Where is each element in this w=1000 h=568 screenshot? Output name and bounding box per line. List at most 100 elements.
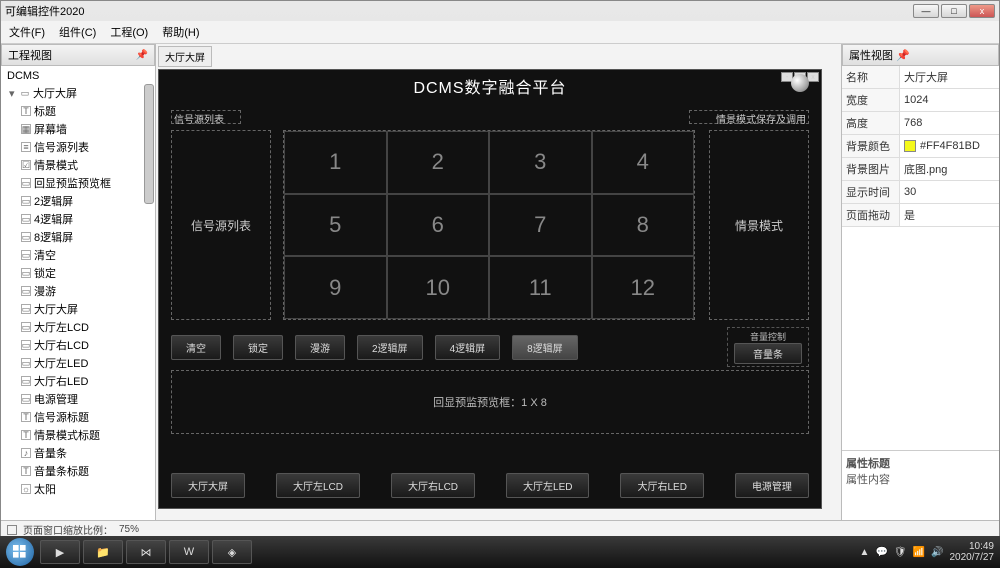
tree-node[interactable]: ▭大厅右LED: [3, 372, 153, 390]
tray-network-icon[interactable]: 📶: [913, 547, 925, 558]
grid-cell[interactable]: 12: [592, 256, 695, 319]
property-row[interactable]: 名称大厅大屏: [842, 66, 999, 89]
tray-volume-icon[interactable]: 🔊: [931, 547, 943, 558]
menu-help[interactable]: 帮助(H): [162, 24, 199, 40]
property-value[interactable]: 768: [900, 112, 999, 134]
project-tree[interactable]: DCMS ▾▭ 大厅大屏 T标题▦屏幕墙≡信号源列表☑情景模式▭回显预监预览框▭…: [1, 66, 155, 520]
taskbar-item[interactable]: W: [169, 540, 209, 564]
tree-node[interactable]: ♪音量条: [3, 444, 153, 462]
screen-select-button[interactable]: 大厅大屏: [171, 473, 245, 498]
tree-node[interactable]: ▭电源管理: [3, 390, 153, 408]
action-button[interactable]: 漫游: [295, 335, 345, 360]
tree-node[interactable]: T情景模式标题: [3, 426, 153, 444]
grid-cell[interactable]: 11: [489, 256, 592, 319]
minimize-button[interactable]: —: [913, 4, 939, 18]
tree-node-label: 4逻辑屏: [34, 211, 73, 227]
grid-cell[interactable]: 1: [284, 131, 387, 194]
taskbar-item[interactable]: 📁: [83, 540, 123, 564]
grid-cell[interactable]: 6: [387, 194, 490, 257]
property-row[interactable]: 页面拖动是: [842, 204, 999, 227]
taskbar-item[interactable]: ◈: [212, 540, 252, 564]
tree-node[interactable]: ▭2逻辑屏: [3, 192, 153, 210]
volume-bar[interactable]: 音量条: [734, 343, 802, 364]
action-button[interactable]: 8逻辑屏: [512, 335, 578, 360]
scene-mode-panel[interactable]: 情景模式: [709, 130, 809, 320]
grid-cell[interactable]: 10: [387, 256, 490, 319]
property-value[interactable]: 大厅大屏: [900, 66, 999, 88]
tree-node[interactable]: ≡信号源列表: [3, 138, 153, 156]
taskbar-item[interactable]: ⋈: [126, 540, 166, 564]
tree-node[interactable]: ☑情景模式: [3, 156, 153, 174]
action-button[interactable]: 4逻辑屏: [435, 335, 501, 360]
tray-icon[interactable]: ▲: [860, 547, 870, 558]
canvas-tab[interactable]: 大厅大屏: [158, 46, 212, 67]
tree-node-label: 标题: [34, 103, 56, 119]
pin-icon[interactable]: 📌: [896, 50, 910, 62]
tree-node[interactable]: ▭大厅左LED: [3, 354, 153, 372]
taskbar-clock[interactable]: 10:49 2020/7/27: [950, 541, 995, 563]
preview-box[interactable]: 回显预监预览框：1 X 8: [171, 370, 809, 434]
grid-cell[interactable]: 9: [284, 256, 387, 319]
signal-source-panel[interactable]: 信号源列表: [171, 130, 271, 320]
tree-node[interactable]: ▭大厅右LCD: [3, 336, 153, 354]
screen-select-button[interactable]: 大厅右LED: [620, 473, 703, 498]
pin-icon[interactable]: 📌: [136, 50, 148, 61]
zoom-label: 页面窗口缩放比例：: [23, 522, 113, 537]
menu-file[interactable]: 文件(F): [9, 24, 45, 40]
tree-node[interactable]: T信号源标题: [3, 408, 153, 426]
tree-root[interactable]: DCMS: [3, 68, 153, 84]
design-canvas[interactable]: - □ x DCMS数字融合平台 信号源列表 情景模式保存及调用 信号源列表 情…: [158, 69, 822, 509]
grid-cell[interactable]: 4: [592, 131, 695, 194]
start-button[interactable]: [6, 538, 34, 566]
grid-cell[interactable]: 7: [489, 194, 592, 257]
scrollbar-thumb[interactable]: [144, 84, 154, 204]
property-value[interactable]: 30: [900, 181, 999, 203]
node-type-icon: T: [21, 466, 31, 476]
property-grid[interactable]: 名称大厅大屏宽度1024高度768背景颜色#FF4F81BD背景图片底图.png…: [842, 66, 999, 227]
grid-cell[interactable]: 3: [489, 131, 592, 194]
grid-cell[interactable]: 8: [592, 194, 695, 257]
taskbar-item[interactable]: ▶: [40, 540, 80, 564]
tree-node[interactable]: ▭8逻辑屏: [3, 228, 153, 246]
property-row[interactable]: 高度768: [842, 112, 999, 135]
screen-select-button[interactable]: 大厅左LED: [506, 473, 589, 498]
screen-select-button[interactable]: 大厅左LCD: [276, 473, 360, 498]
grid-cell[interactable]: 5: [284, 194, 387, 257]
tree-node[interactable]: ☼太阳: [3, 480, 153, 498]
screen-select-button[interactable]: 大厅右LCD: [391, 473, 475, 498]
screen-wall-grid[interactable]: 123456789101112: [283, 130, 695, 320]
action-button[interactable]: 锁定: [233, 335, 283, 360]
tree-node[interactable]: ▭大厅左LCD: [3, 318, 153, 336]
menu-project[interactable]: 工程(O): [110, 24, 148, 40]
property-row[interactable]: 显示时间30: [842, 181, 999, 204]
tree-node[interactable]: ▦屏幕墙: [3, 120, 153, 138]
tree-node[interactable]: ▭回显预监预览框: [3, 174, 153, 192]
tree-node[interactable]: ▭大厅大屏: [3, 300, 153, 318]
grid-cell[interactable]: 2: [387, 131, 490, 194]
property-key: 背景图片: [842, 158, 900, 180]
tree-node[interactable]: T标题: [3, 102, 153, 120]
tray-shield-icon[interactable]: 🛡: [894, 547, 907, 558]
property-row[interactable]: 背景颜色#FF4F81BD: [842, 135, 999, 158]
tray-icon[interactable]: 💬: [875, 547, 887, 558]
action-button[interactable]: 2逻辑屏: [357, 335, 423, 360]
tree-node[interactable]: ▭清空: [3, 246, 153, 264]
property-value[interactable]: 1024: [900, 89, 999, 111]
screen-select-button[interactable]: 电源管理: [735, 473, 809, 498]
property-value[interactable]: #FF4F81BD: [900, 135, 999, 157]
property-value[interactable]: 是: [900, 204, 999, 226]
maximize-button[interactable]: □: [941, 4, 967, 18]
tree-node[interactable]: ▭4逻辑屏: [3, 210, 153, 228]
menu-component[interactable]: 组件(C): [59, 24, 96, 40]
property-row[interactable]: 宽度1024: [842, 89, 999, 112]
property-row[interactable]: 背景图片底图.png: [842, 158, 999, 181]
action-button[interactable]: 清空: [171, 335, 221, 360]
tree-node-main[interactable]: ▾▭ 大厅大屏: [3, 84, 153, 102]
tree-node-label: 电源管理: [34, 391, 78, 407]
property-value[interactable]: 底图.png: [900, 158, 999, 180]
close-button[interactable]: x: [969, 4, 995, 18]
tree-node[interactable]: ▭锁定: [3, 264, 153, 282]
tree-node[interactable]: ▭漫游: [3, 282, 153, 300]
tree-node[interactable]: T音量条标题: [3, 462, 153, 480]
scene-save-header: 情景模式保存及调用: [689, 110, 809, 124]
